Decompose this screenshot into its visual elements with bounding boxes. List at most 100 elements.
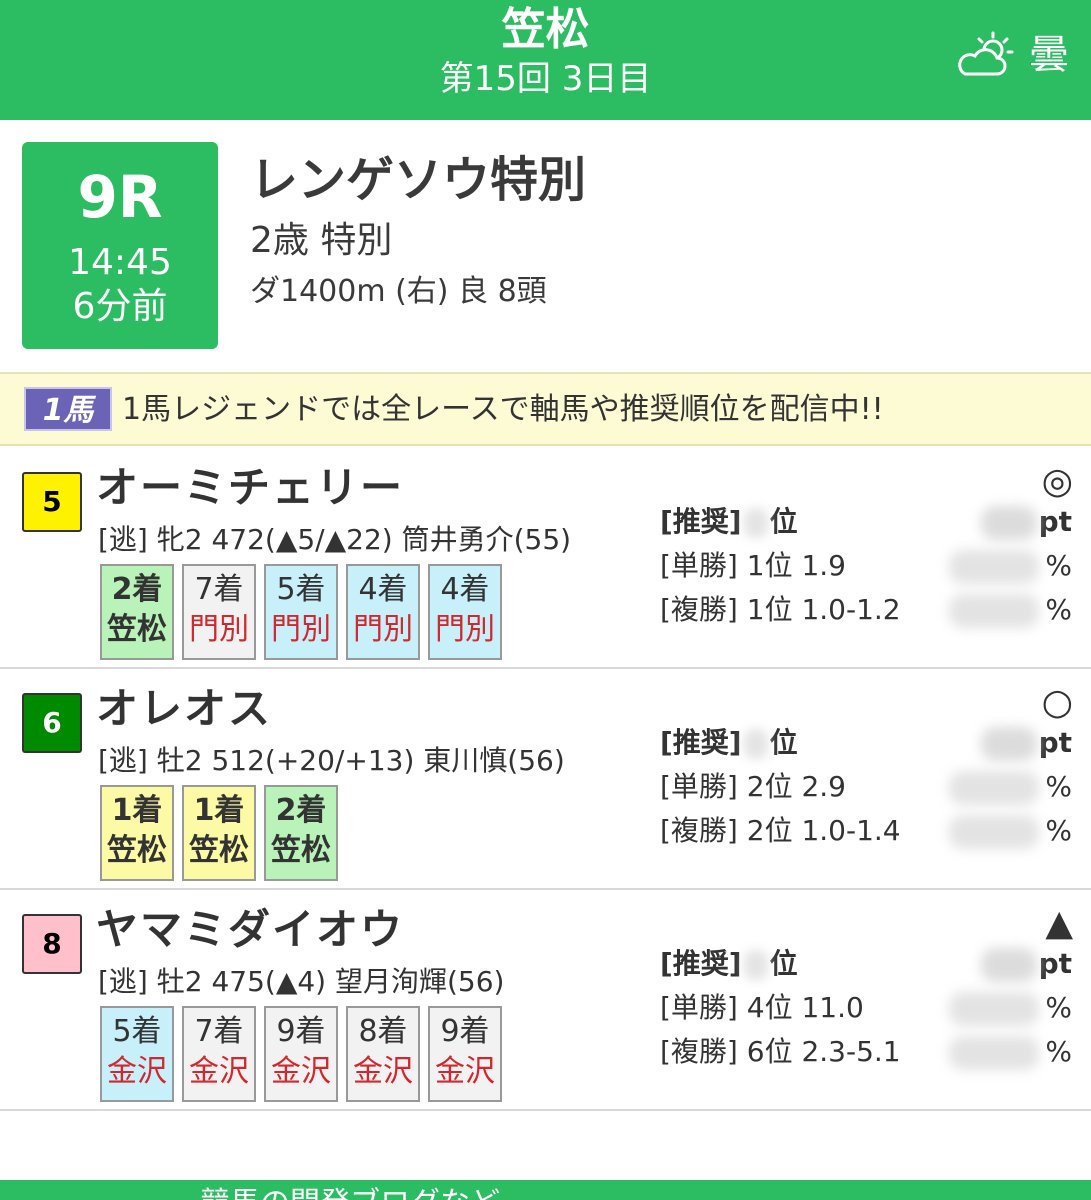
hidden-rank: [743, 508, 768, 538]
promo-text[interactable]: 1馬レジェンドでは全レースで軸馬や推奨順位を配信中!!: [122, 389, 884, 431]
recommend-points: pt: [980, 500, 1072, 544]
past-result[interactable]: 5着 金沢: [100, 1006, 174, 1102]
recommend-points: pt: [980, 721, 1072, 765]
past-result[interactable]: 4着 門別: [346, 564, 420, 660]
app-header: 笠松 第15回 3日目 曇: [0, 0, 1091, 120]
place-percent: %: [949, 809, 1072, 853]
past-result[interactable]: 7着 門別: [182, 564, 256, 660]
prediction-mark: ◎: [1041, 461, 1073, 502]
horse-name[interactable]: オレオス: [96, 679, 272, 739]
time-until-post: 6分前: [72, 286, 168, 327]
footer-bar[interactable]: 競馬の開発ブログなど: [0, 1180, 1091, 1200]
percent-unit: %: [1045, 991, 1072, 1024]
hidden-points: [980, 948, 1037, 982]
win-row: [単勝] 4位 11.0 %: [660, 986, 1080, 1030]
win-odds: [単勝] 2位 2.9: [660, 770, 846, 803]
result-venue: 門別: [189, 612, 249, 647]
result-position: 7着: [194, 1014, 244, 1049]
race-name: レンゲソウ特別: [250, 152, 587, 208]
place-percent: %: [949, 588, 1072, 632]
result-position: 2着: [111, 572, 163, 607]
result-venue: 門別: [271, 612, 331, 647]
past-result[interactable]: 9着 金沢: [264, 1006, 338, 1102]
horse-detail: [逃] 牡2 475(▲4) 望月洵輝(56): [98, 965, 505, 998]
points-unit: pt: [1038, 726, 1072, 759]
past-result[interactable]: 1着 笠松: [182, 785, 256, 881]
race-info: レンゲソウ特別 2歳 特別 ダ1400m (右) 良 8頭: [250, 150, 586, 312]
venue-title: 笠松: [501, 4, 590, 55]
horse-entry[interactable]: 5 オーミチェリー [逃] 牝2 472(▲5/▲22) 筒井勇介(55) 2着…: [0, 448, 1091, 669]
past-result[interactable]: 4着 門別: [428, 564, 502, 660]
race-number: 9R: [77, 163, 163, 231]
place-row: [複勝] 1位 1.0-1.2 %: [660, 588, 1080, 632]
past-result[interactable]: 1着 笠松: [100, 785, 174, 881]
weather-info: 曇: [955, 30, 1069, 80]
past-result[interactable]: 7着 金沢: [182, 1006, 256, 1102]
place-row: [複勝] 6位 2.3-5.1 %: [660, 1030, 1080, 1074]
result-venue: 金沢: [107, 1054, 167, 1089]
points-unit: pt: [1038, 947, 1072, 980]
result-venue: 金沢: [271, 1054, 331, 1089]
result-venue: 金沢: [435, 1054, 495, 1089]
hidden-rank: [743, 729, 768, 759]
horse-name[interactable]: ヤマミダイオウ: [96, 900, 404, 960]
result-position: 4着: [440, 572, 490, 607]
result-position: 5着: [276, 572, 326, 607]
cloudy-sun-icon: [958, 31, 1014, 76]
hidden-points: [980, 727, 1037, 761]
odds-stats: [推奨] 位 pt [単勝] 1位 1.9 % [複勝] 1位 1.0-1.2 %: [660, 500, 1080, 632]
promo-banner[interactable]: 1馬 1馬レジェンドでは全レースで軸馬や推奨順位を配信中!!: [0, 372, 1091, 446]
result-position: 8着: [358, 1014, 408, 1049]
result-position: 7着: [194, 572, 244, 607]
result-position: 2着: [275, 793, 327, 828]
win-row: [単勝] 2位 2.9 %: [660, 765, 1080, 809]
win-odds: [単勝] 1位 1.9: [660, 549, 846, 582]
race-course: ダ1400m (右) 良 8頭: [250, 274, 547, 309]
hidden-win-percent: [949, 992, 1040, 1026]
past-result[interactable]: 8着 金沢: [346, 1006, 420, 1102]
result-venue: 笠松: [189, 833, 249, 868]
result-venue: 門別: [435, 612, 495, 647]
win-odds: [単勝] 4位 11.0: [660, 991, 864, 1024]
result-position: 1着: [111, 793, 163, 828]
recommend-row: [推奨] 位 pt: [660, 500, 1080, 544]
horse-entry[interactable]: 8 ヤマミダイオウ [逃] 牡2 475(▲4) 望月洵輝(56) 5着 金沢 …: [0, 890, 1091, 1111]
horse-detail: [逃] 牝2 472(▲5/▲22) 筒井勇介(55): [98, 523, 572, 556]
past-results: 1着 笠松 1着 笠松 2着 笠松: [100, 785, 338, 881]
hidden-place-percent: [949, 815, 1040, 849]
win-percent: %: [949, 544, 1072, 588]
place-odds: [複勝] 1位 1.0-1.2: [660, 593, 901, 626]
hidden-place-percent: [949, 594, 1040, 628]
odds-stats: [推奨] 位 pt [単勝] 2位 2.9 % [複勝] 2位 1.0-1.4 %: [660, 721, 1080, 853]
win-percent: %: [949, 986, 1072, 1030]
hidden-place-percent: [949, 1036, 1040, 1070]
recommend-row: [推奨] 位 pt: [660, 942, 1080, 986]
horse-number-badge: 6: [22, 693, 82, 753]
post-time: 14:45: [68, 242, 172, 283]
past-result[interactable]: 5着 門別: [264, 564, 338, 660]
horse-entry[interactable]: 6 オレオス [逃] 牡2 512(+20/+13) 東川慎(56) 1着 笠松…: [0, 669, 1091, 890]
result-venue: 笠松: [107, 612, 167, 647]
past-result[interactable]: 2着 笠松: [100, 564, 174, 660]
footer-link[interactable]: 競馬の開発ブログなど: [200, 1184, 500, 1200]
race-number-box: 9R 14:45 6分前: [22, 142, 218, 349]
meeting-day: 第15回 3日目: [439, 59, 652, 99]
past-result[interactable]: 9着 金沢: [428, 1006, 502, 1102]
percent-unit: %: [1045, 593, 1072, 626]
percent-unit: %: [1045, 549, 1072, 582]
result-position: 1着: [193, 793, 245, 828]
result-position: 4着: [358, 572, 408, 607]
recommend-label: [推奨]: [660, 505, 742, 538]
past-result[interactable]: 2着 笠松: [264, 785, 338, 881]
percent-unit: %: [1045, 1035, 1072, 1068]
horse-number-badge: 5: [22, 472, 82, 532]
recommend-row: [推奨] 位 pt: [660, 721, 1080, 765]
result-venue: 笠松: [107, 833, 167, 868]
horse-number-badge: 8: [22, 914, 82, 974]
hidden-win-percent: [949, 771, 1040, 805]
win-percent: %: [949, 765, 1072, 809]
horse-name[interactable]: オーミチェリー: [96, 458, 404, 518]
hidden-points: [980, 506, 1037, 540]
place-odds: [複勝] 6位 2.3-5.1: [660, 1035, 901, 1068]
weather-label: 曇: [1029, 32, 1069, 78]
